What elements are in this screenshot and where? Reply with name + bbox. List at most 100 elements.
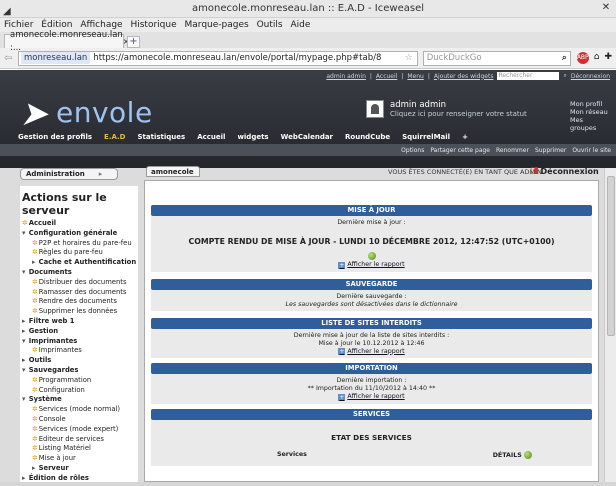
tree-item-label: Editeur de services bbox=[38, 434, 104, 443]
tree-item[interactable]: ▸ Serveur bbox=[20, 464, 138, 474]
portal-search-input[interactable]: Rechercher bbox=[497, 72, 560, 80]
tree-item[interactable]: ✲P2P et horaires du pare-feu bbox=[20, 239, 138, 249]
tree-item[interactable]: ✲Distribuer des documents bbox=[20, 278, 138, 288]
tree-item-label: Système bbox=[28, 395, 62, 404]
menu-marque-pages[interactable]: Marque-pages bbox=[185, 20, 249, 30]
browser-tab[interactable]: amonecole.monreseau.lan :... × bbox=[4, 30, 130, 53]
tree-item[interactable]: ▾ Documents bbox=[20, 268, 138, 278]
menu-outils[interactable]: Outils bbox=[257, 20, 283, 30]
tab-strip: amonecole.monreseau.lan :... × + bbox=[0, 30, 616, 53]
collapsed-triangle-icon[interactable]: ▸ bbox=[32, 464, 38, 472]
top-link-accueil[interactable]: Accueil bbox=[376, 73, 397, 80]
nav-statistiques[interactable]: Statistiques bbox=[138, 133, 186, 141]
scrollbar-thumb[interactable] bbox=[607, 176, 615, 336]
section-body-services: ETAT DES SERVICES Services DÉTAILS bbox=[151, 419, 592, 466]
user-name[interactable]: admin admin bbox=[390, 100, 446, 110]
collapsed-triangle-icon[interactable]: ▸ bbox=[22, 474, 28, 482]
tree-item-label: Listing Matériel bbox=[38, 444, 91, 453]
collapsed-triangle-icon[interactable]: ▸ bbox=[32, 258, 38, 266]
tree-item[interactable]: ✲Console bbox=[20, 415, 138, 425]
tree-item[interactable]: ✲Supprimer les données bbox=[20, 307, 138, 317]
services-details-link[interactable]: DÉTAILS bbox=[493, 450, 532, 460]
profile-link-mon-reseau[interactable]: Mon réseau bbox=[570, 108, 610, 116]
section-body-sites: Dernière mise à jour de la liste de site… bbox=[151, 328, 592, 358]
menu-historique[interactable]: Historique bbox=[130, 20, 176, 30]
plugin-icon[interactable]: ✚ bbox=[604, 52, 612, 64]
tree-item[interactable]: ✲Ramasser des documents bbox=[20, 288, 138, 298]
tree-item[interactable]: ▾ Configuration générale bbox=[20, 229, 138, 239]
nav-roundcube[interactable]: RoundCube bbox=[345, 133, 390, 141]
sites-report-link[interactable]: + Afficher le rapport bbox=[338, 348, 405, 356]
subnav-renommer[interactable]: Renommer bbox=[496, 147, 529, 154]
subnav-ouvrir-site[interactable]: Ouvrir le site bbox=[572, 147, 611, 154]
tree-item[interactable]: ✲Imprimantes bbox=[20, 346, 138, 356]
nav-squirrelmail[interactable]: SquirrelMail bbox=[402, 133, 450, 141]
profile-link-mon-profil[interactable]: Mon profil bbox=[570, 100, 610, 108]
tree-item[interactable]: ▸ Cache et Authentification bbox=[20, 258, 138, 268]
section-header-services: SERVICES bbox=[151, 408, 592, 420]
subnav-partager[interactable]: Partager cette page bbox=[430, 147, 490, 154]
tree-item[interactable]: ✲Configuration bbox=[20, 386, 138, 396]
tree-item[interactable]: ✲Accueil bbox=[20, 219, 138, 229]
tab-amonecole[interactable]: amonecole bbox=[146, 166, 200, 177]
tree-item[interactable]: ▸ Outils bbox=[20, 356, 138, 366]
tree-item[interactable]: ✲Rendre des documents bbox=[20, 297, 138, 307]
subnav-supprimer[interactable]: Supprimer bbox=[535, 147, 566, 154]
search-icon[interactable]: ⌕ bbox=[562, 53, 567, 63]
site-identity[interactable]: monreseau.lan bbox=[21, 52, 91, 64]
address-bar[interactable]: monreseau.lan https://amonecole.monresea… bbox=[18, 50, 418, 66]
top-link-add-widgets[interactable]: Ajouter des widgets bbox=[434, 73, 494, 80]
subnav-options[interactable]: Options bbox=[401, 147, 424, 154]
tree-item[interactable]: ▸ Filtre web 1 bbox=[20, 317, 138, 327]
expanded-triangle-icon[interactable]: ▾ bbox=[22, 366, 28, 374]
expanded-triangle-icon[interactable]: ▾ bbox=[22, 337, 28, 345]
importation-report-link[interactable]: + Afficher le rapport bbox=[338, 393, 405, 401]
tree-item[interactable]: ✲Listing Matériel bbox=[20, 444, 138, 454]
page-scrollbar[interactable] bbox=[604, 168, 616, 482]
top-link-menu[interactable]: Menu bbox=[407, 73, 423, 80]
tree-item[interactable]: ✲Programmation bbox=[20, 376, 138, 386]
maj-report-link[interactable]: + Afficher le rapport bbox=[338, 261, 405, 269]
logout-button[interactable]: ◨ Déconnexion bbox=[530, 166, 599, 176]
tree-item[interactable]: ▾ Imprimantes bbox=[20, 337, 138, 347]
nav-webcalendar[interactable]: WebCalendar bbox=[281, 133, 333, 141]
search-bar[interactable]: DuckDuckGo ⌕ bbox=[422, 50, 571, 66]
tree-item[interactable]: ▾ Système bbox=[20, 395, 138, 405]
nav-add-tab[interactable]: + bbox=[462, 133, 468, 141]
tree-item[interactable]: ✲Services (mode normal) bbox=[20, 405, 138, 415]
services-header-row: Services DÉTAILS bbox=[151, 450, 592, 460]
left-tab-administration[interactable]: Administration ▸ bbox=[20, 168, 118, 180]
nav-ead[interactable]: E.A.D bbox=[104, 133, 125, 141]
top-link-user[interactable]: admin admin bbox=[326, 73, 366, 80]
nav-widgets[interactable]: widgets bbox=[237, 133, 268, 141]
status-hint[interactable]: Cliquez ici pour renseigner votre statut bbox=[390, 110, 527, 118]
bookmark-star-icon[interactable]: ☆ bbox=[405, 53, 413, 63]
collapsed-triangle-icon[interactable]: ▸ bbox=[22, 317, 28, 325]
tree-item[interactable]: ✲Editeur de services bbox=[20, 435, 138, 445]
tree-item[interactable]: ▾ Sauvegardes bbox=[20, 366, 138, 376]
expanded-triangle-icon[interactable]: ▾ bbox=[22, 395, 28, 403]
home-icon[interactable]: ⌂ bbox=[594, 52, 600, 64]
envole-logo[interactable]: envole bbox=[56, 96, 153, 129]
close-window-icon[interactable]: ✕ bbox=[600, 2, 612, 14]
top-logout-link[interactable]: Déconnexion bbox=[571, 73, 610, 80]
avatar[interactable] bbox=[366, 100, 384, 118]
expanded-triangle-icon[interactable]: ▾ bbox=[22, 268, 28, 276]
tree-item[interactable]: ✲Mise à jour bbox=[20, 454, 138, 464]
menu-aide[interactable]: Aide bbox=[290, 20, 310, 30]
nav-accueil[interactable]: Accueil bbox=[197, 133, 225, 141]
nav-gestion-profils[interactable]: Gestion des profils bbox=[18, 133, 92, 141]
window-title: amonecole.monreseau.lan :: E.A.D - Icewe… bbox=[192, 3, 424, 14]
expanded-triangle-icon[interactable]: ▾ bbox=[22, 229, 28, 237]
search-icon[interactable]: ⌕ bbox=[563, 72, 566, 80]
adblock-icon[interactable]: ABP bbox=[576, 52, 589, 64]
tree-item[interactable]: ▸ Gestion bbox=[20, 327, 138, 337]
tree-item[interactable]: ✲Règles du pare-feu bbox=[20, 248, 138, 258]
back-arrow-icon[interactable]: ⇦ bbox=[4, 53, 18, 64]
collapsed-triangle-icon[interactable]: ▸ bbox=[22, 327, 28, 335]
new-tab-button[interactable]: + bbox=[127, 36, 140, 48]
maj-report-title: COMPTE RENDU DE MISE À JOUR - LUNDI 10 D… bbox=[188, 237, 555, 246]
action-gear-icon: ✲ bbox=[32, 414, 38, 423]
tree-item[interactable]: ✲Services (mode expert) bbox=[20, 425, 138, 435]
collapsed-triangle-icon[interactable]: ▸ bbox=[22, 356, 28, 364]
